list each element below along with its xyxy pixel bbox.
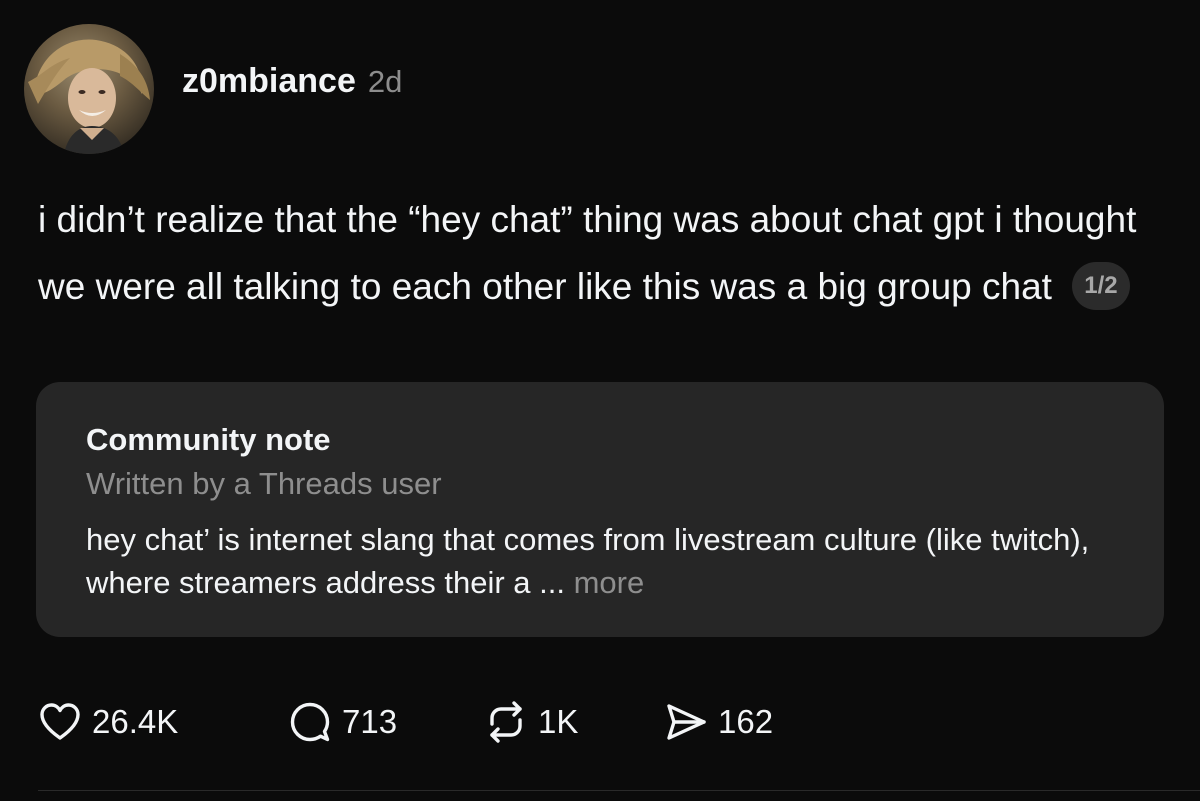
- post-text-container: i didn’t realize that the “hey chat” thi…: [38, 186, 1178, 320]
- post-timestamp: 2d: [367, 64, 403, 99]
- community-note-title: Community note: [86, 422, 331, 457]
- username[interactable]: z0mbiance: [182, 62, 356, 101]
- like-count: 26.4K: [92, 703, 179, 740]
- like-button[interactable]: 26.4K: [36, 698, 286, 746]
- heart-icon: [36, 698, 84, 746]
- action-bar: 26.4K 713 1K 162: [36, 698, 773, 746]
- reply-button[interactable]: 713: [286, 698, 482, 746]
- community-note-byline: Written by a Threads user: [86, 466, 442, 501]
- page-indicator-badge: 1/2: [1072, 262, 1130, 311]
- share-button[interactable]: 162: [662, 698, 773, 746]
- send-icon: [662, 698, 710, 746]
- avatar[interactable]: [24, 24, 154, 154]
- community-note-card[interactable]: Community note Written by a Threads user…: [36, 382, 1164, 637]
- reply-count: 713: [342, 703, 398, 740]
- repost-button[interactable]: 1K: [482, 698, 662, 746]
- post-text: i didn’t realize that the “hey chat” thi…: [38, 199, 1137, 307]
- repost-count: 1K: [538, 703, 579, 740]
- community-note-text-container: hey chat’ is internet slang that comes f…: [86, 518, 1136, 604]
- comment-bubble-icon: [286, 698, 334, 746]
- thread-post: z0mbiance 2d i didn’t realize that the “…: [0, 0, 1200, 801]
- post-header: z0mbiance 2d: [182, 62, 402, 101]
- share-count: 162: [718, 703, 774, 740]
- post-divider: [38, 790, 1200, 791]
- repost-arrows-icon: [482, 698, 530, 746]
- more-link[interactable]: more: [574, 565, 645, 600]
